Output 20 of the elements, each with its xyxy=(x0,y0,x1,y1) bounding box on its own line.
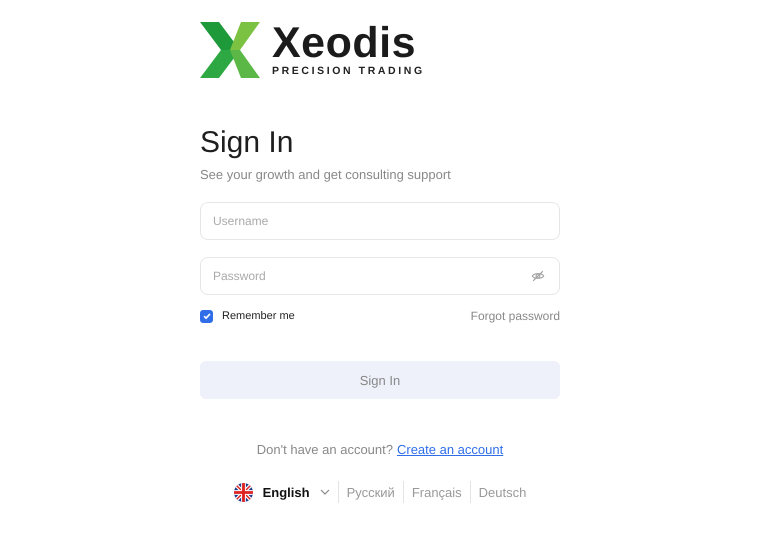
create-account-link[interactable]: Create an account xyxy=(396,442,504,457)
chevron-down-icon xyxy=(320,489,330,495)
hidden-eye-icon[interactable] xyxy=(531,269,545,283)
password-field[interactable]: Password xyxy=(200,257,560,295)
forgot-password-link[interactable]: Forgot password xyxy=(470,309,560,323)
language-option[interactable]: Français xyxy=(402,481,470,503)
username-field[interactable]: Username xyxy=(200,202,560,240)
language-option[interactable]: Русский xyxy=(338,481,403,503)
logo-name: Xeodis xyxy=(272,22,416,64)
check-icon xyxy=(202,311,212,321)
logo-tagline: PRECISION TRADING xyxy=(272,65,425,78)
logo-icon xyxy=(200,22,260,78)
subtitle: See your growth and get consulting support xyxy=(200,167,452,182)
language-option[interactable]: Deutsch xyxy=(470,481,534,503)
page-title: Sign In xyxy=(200,125,294,161)
language-selector[interactable]: English xyxy=(226,481,338,503)
remember-checkbox[interactable] xyxy=(200,310,213,322)
signup-prompt: Don't have an account? xyxy=(256,442,393,457)
uk-flag-icon xyxy=(234,482,253,502)
remember-label: Remember me xyxy=(222,310,295,322)
